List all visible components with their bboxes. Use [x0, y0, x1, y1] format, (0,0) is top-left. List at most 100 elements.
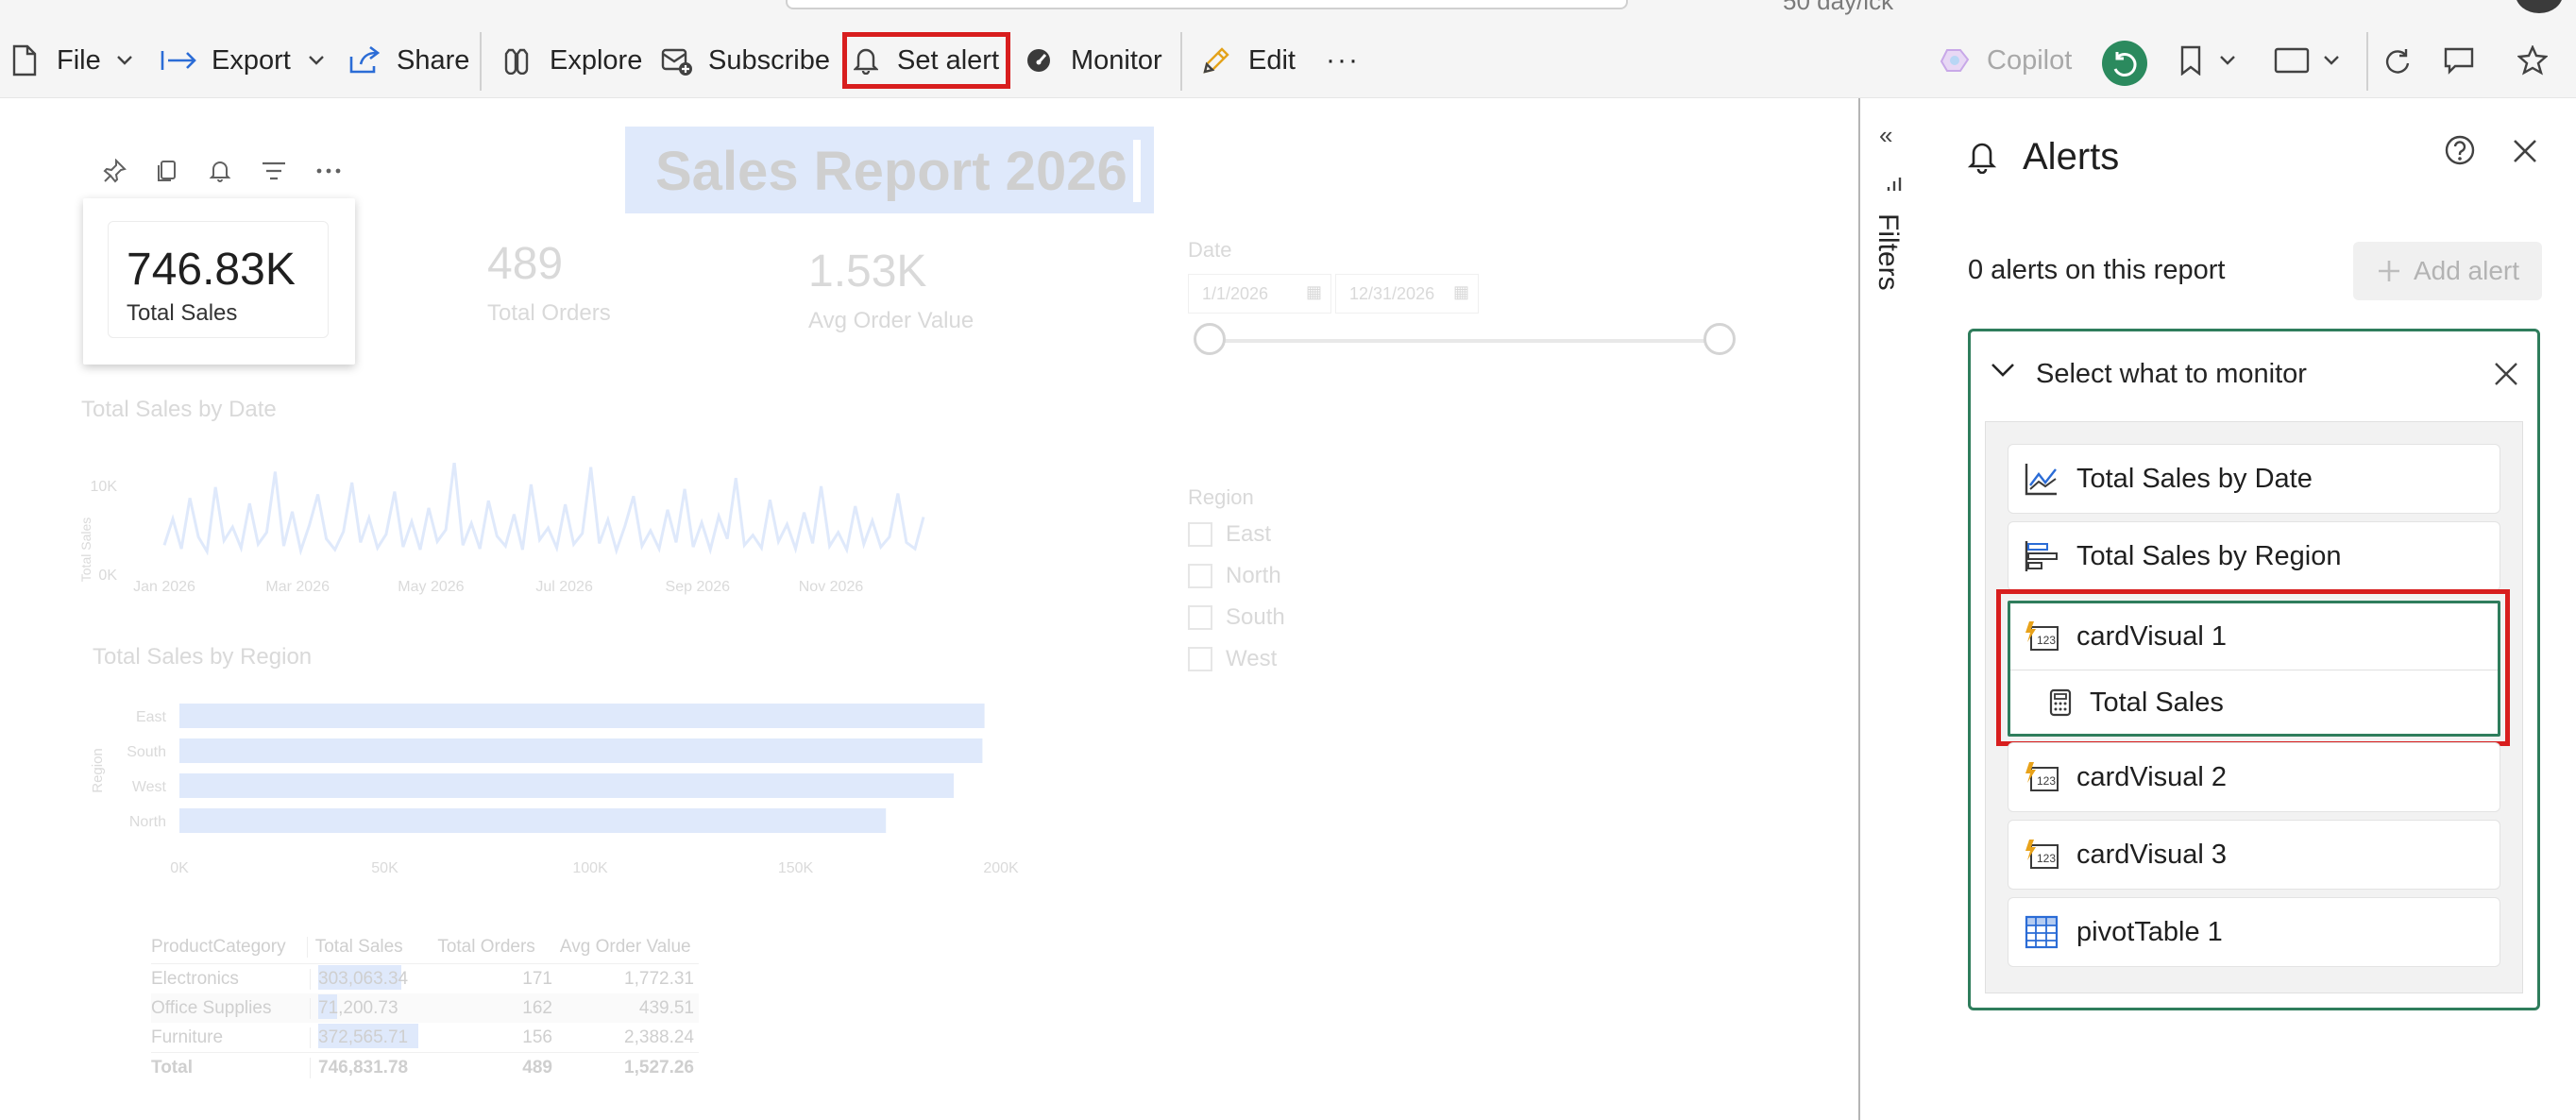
close-selection-icon[interactable] — [2493, 361, 2519, 392]
table-header[interactable]: Avg Order Value — [552, 937, 699, 958]
region-option[interactable]: East — [1188, 521, 1271, 548]
collapse-chevron-icon[interactable]: « — [1879, 121, 1892, 150]
edit-label: Edit — [1248, 44, 1296, 76]
copy-icon[interactable] — [155, 159, 179, 183]
binoculars-icon — [504, 48, 529, 75]
export-icon — [161, 51, 196, 70]
card-value: 489 — [487, 239, 564, 289]
share-button[interactable]: Share — [347, 32, 469, 89]
card-visual-icon: 123 — [2025, 621, 2059, 651]
checkbox[interactable] — [1188, 522, 1212, 547]
comment-icon — [2444, 47, 2474, 75]
browser-address-bar[interactable] — [786, 0, 1628, 9]
bookmark-menu[interactable] — [2179, 32, 2236, 89]
card-value: 746.83K — [127, 245, 296, 295]
region-option-label: South — [1226, 604, 1285, 630]
table-header[interactable]: ProductCategory — [151, 937, 307, 958]
date-range-start-handle[interactable] — [1194, 323, 1226, 355]
list-item-label: pivotTable 1 — [2076, 916, 2223, 947]
pivot-table[interactable]: ProductCategory Total Sales Total Orders… — [151, 931, 699, 1082]
copilot-label: Copilot — [1987, 44, 2073, 76]
checkbox[interactable] — [1188, 605, 1212, 630]
set-alert-label: Set alert — [897, 44, 999, 76]
more-dots-icon[interactable] — [315, 167, 342, 175]
expand-chevron-icon[interactable] — [1991, 363, 2015, 382]
date-end-value: 12/31/2026 — [1349, 284, 1435, 303]
x-tick-label: Jan 2026 — [133, 579, 195, 595]
subscribe-button[interactable]: Subscribe — [661, 32, 830, 89]
region-slicer-label: Region — [1188, 485, 1254, 509]
table-header[interactable]: Total Sales — [306, 937, 431, 958]
date-start-value: 1/1/2026 — [1202, 284, 1269, 303]
refresh-avatar-button[interactable] — [2102, 41, 2147, 86]
checkbox[interactable] — [1188, 564, 1212, 588]
list-item-total-sales-by-region[interactable]: Total Sales by Region — [2008, 521, 2500, 591]
export-menu[interactable]: Export — [161, 32, 325, 89]
bar-chart-ylabel: Region — [90, 748, 106, 793]
x-tick-label: Jul 2026 — [535, 579, 593, 595]
plus-icon — [2378, 261, 2399, 281]
explore-button[interactable]: Explore — [502, 32, 642, 89]
date-start-input[interactable]: 1/1/2026 ▦ — [1188, 274, 1331, 314]
table-row: Furniture 372,565.71 156 2,388.24 — [151, 1023, 699, 1052]
add-alert-label: Add alert — [2413, 256, 2520, 285]
table-cell: 1,527.26 — [624, 1057, 694, 1078]
refresh-button[interactable] — [2383, 32, 2412, 89]
table-cell: Total — [151, 1057, 193, 1078]
card-value: 1.53K — [808, 246, 927, 297]
close-alerts-icon[interactable] — [2512, 138, 2538, 169]
set-alert-button[interactable]: Set alert — [854, 32, 999, 89]
list-item-cardvisual-2[interactable]: 123 cardVisual 2 — [2008, 742, 2500, 812]
help-icon[interactable] — [2444, 134, 2476, 171]
table-total-row: Total 746,831.78 489 1,527.26 — [151, 1052, 699, 1082]
chevron-down-icon — [2220, 56, 2235, 65]
calculator-icon — [2049, 688, 2072, 717]
file-menu[interactable]: File — [11, 32, 133, 89]
region-option[interactable]: West — [1188, 646, 1277, 672]
favorite-button[interactable] — [2517, 32, 2548, 89]
table-cell: 71,200.73 — [310, 993, 435, 1019]
list-item-total-sales-by-date[interactable]: Total Sales by Date — [2008, 444, 2500, 514]
y-tick-label: 10K — [91, 479, 118, 495]
line-chart-ylabel: Total Sales — [78, 518, 93, 582]
line-chart-icon — [2025, 464, 2057, 496]
region-option[interactable]: South — [1188, 604, 1285, 631]
edit-button[interactable]: Edit — [1201, 32, 1296, 89]
region-option[interactable]: North — [1188, 563, 1281, 589]
date-end-input[interactable]: 12/31/2026 ▦ — [1335, 274, 1479, 314]
bell-icon[interactable] — [208, 159, 232, 183]
add-alert-button[interactable]: Add alert — [2353, 242, 2542, 300]
more-options-button[interactable]: ··· — [1326, 32, 1360, 89]
card-visual-1[interactable]: 746.83K Total Sales — [83, 198, 355, 365]
filter-lines-icon[interactable] — [261, 160, 287, 182]
filters-label[interactable]: Filters — [1872, 213, 1904, 291]
list-item-cardvisual-1[interactable]: 123 cardVisual 1 — [2010, 603, 2498, 670]
checkbox[interactable] — [1188, 647, 1212, 671]
bar — [179, 773, 954, 798]
view-menu[interactable] — [2274, 32, 2340, 89]
table-cell: 2,388.24 — [624, 1027, 694, 1047]
bar-chart[interactable]: Region East South West North 0K 50K 100K 150K 20… — [85, 689, 1048, 888]
table-cell: 489 — [522, 1057, 552, 1078]
pin-icon[interactable] — [102, 159, 127, 183]
list-item-cardvisual-3[interactable]: 123 cardVisual 3 — [2008, 820, 2500, 890]
list-item-total-sales-measure[interactable]: Total Sales — [2010, 670, 2498, 735]
list-item-pivottable-1[interactable]: pivotTable 1 — [2008, 897, 2500, 967]
bar — [179, 808, 887, 833]
svg-text:123: 123 — [2037, 634, 2056, 647]
undo-icon — [2113, 52, 2137, 76]
share-label: Share — [397, 44, 470, 76]
card-visual-icon: 123 — [2025, 840, 2059, 869]
list-item-label: Total Sales by Region — [2076, 540, 2342, 571]
table-grid-icon — [2025, 915, 2059, 949]
comments-button[interactable] — [2444, 32, 2474, 89]
monitor-button[interactable]: Monitor — [1025, 32, 1162, 89]
line-chart-title: Total Sales by Date — [81, 397, 277, 422]
export-label: Export — [212, 44, 291, 76]
date-range-end-handle[interactable] — [1703, 323, 1736, 355]
line-chart[interactable]: Total Sales 10K 0K Jan 2026 Mar 2026 May 2… — [74, 463, 961, 614]
card-label: Total Orders — [487, 300, 611, 326]
table-header[interactable]: Total Orders — [430, 937, 552, 958]
table-cell: Furniture — [151, 1027, 224, 1047]
copilot-button[interactable]: Copilot — [1940, 32, 2072, 89]
